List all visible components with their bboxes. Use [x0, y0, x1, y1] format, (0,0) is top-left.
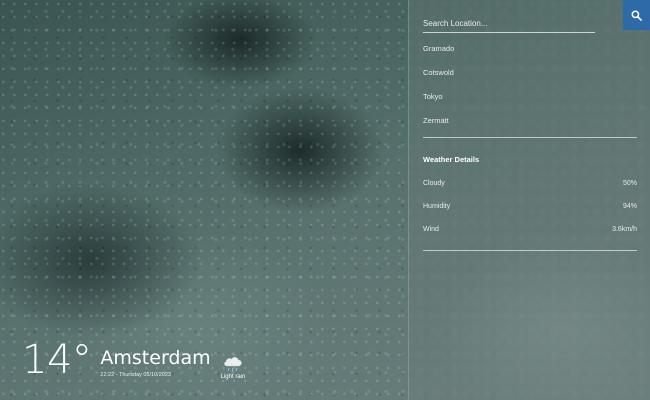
condition-block: Light rain	[220, 355, 246, 380]
location-item[interactable]: Gramado	[423, 40, 454, 64]
detail-row-cloudy: Cloudy 50%	[423, 178, 637, 201]
weather-details: Cloudy 50% Humidity 94% Wind 3.6km/h	[423, 178, 637, 247]
detail-value: 3.6km/h	[612, 226, 637, 233]
rain-cloud-icon	[224, 357, 242, 372]
search-button[interactable]	[623, 0, 650, 30]
divider	[423, 250, 637, 251]
search-input[interactable]	[423, 14, 595, 33]
detail-value: 50%	[622, 180, 637, 187]
location-item[interactable]: Tokyo	[423, 88, 454, 112]
location-item[interactable]: Zermatt	[423, 112, 454, 136]
detail-row-humidity: Humidity 94%	[423, 201, 637, 224]
sidebar-panel: Gramado Cotswold Tokyo Zermatt Weather D…	[408, 0, 650, 400]
current-weather: 14° Amsterdam 22:22 - Thursday 05/10/202…	[22, 340, 245, 380]
weather-app: 14° Amsterdam 22:22 - Thursday 05/10/202…	[0, 0, 650, 400]
weather-details-title: Weather Details	[423, 155, 480, 164]
detail-row-wind: Wind 3.6km/h	[423, 224, 637, 247]
detail-label: Cloudy	[423, 180, 445, 187]
location-list: Gramado Cotswold Tokyo Zermatt	[423, 40, 454, 136]
condition-text: Light rain	[220, 374, 246, 380]
detail-label: Wind	[423, 226, 439, 233]
city-name: Amsterdam	[100, 347, 211, 369]
date-time: 22:22 - Thursday 05/10/2023	[100, 372, 171, 378]
divider	[423, 137, 637, 138]
detail-label: Humidity	[423, 203, 451, 210]
location-block: Amsterdam 22:22 - Thursday 05/10/2023	[100, 347, 210, 380]
temperature: 14°	[22, 337, 92, 383]
search-icon	[631, 10, 642, 21]
detail-value: 94%	[622, 203, 637, 210]
location-item[interactable]: Cotswold	[423, 64, 454, 88]
